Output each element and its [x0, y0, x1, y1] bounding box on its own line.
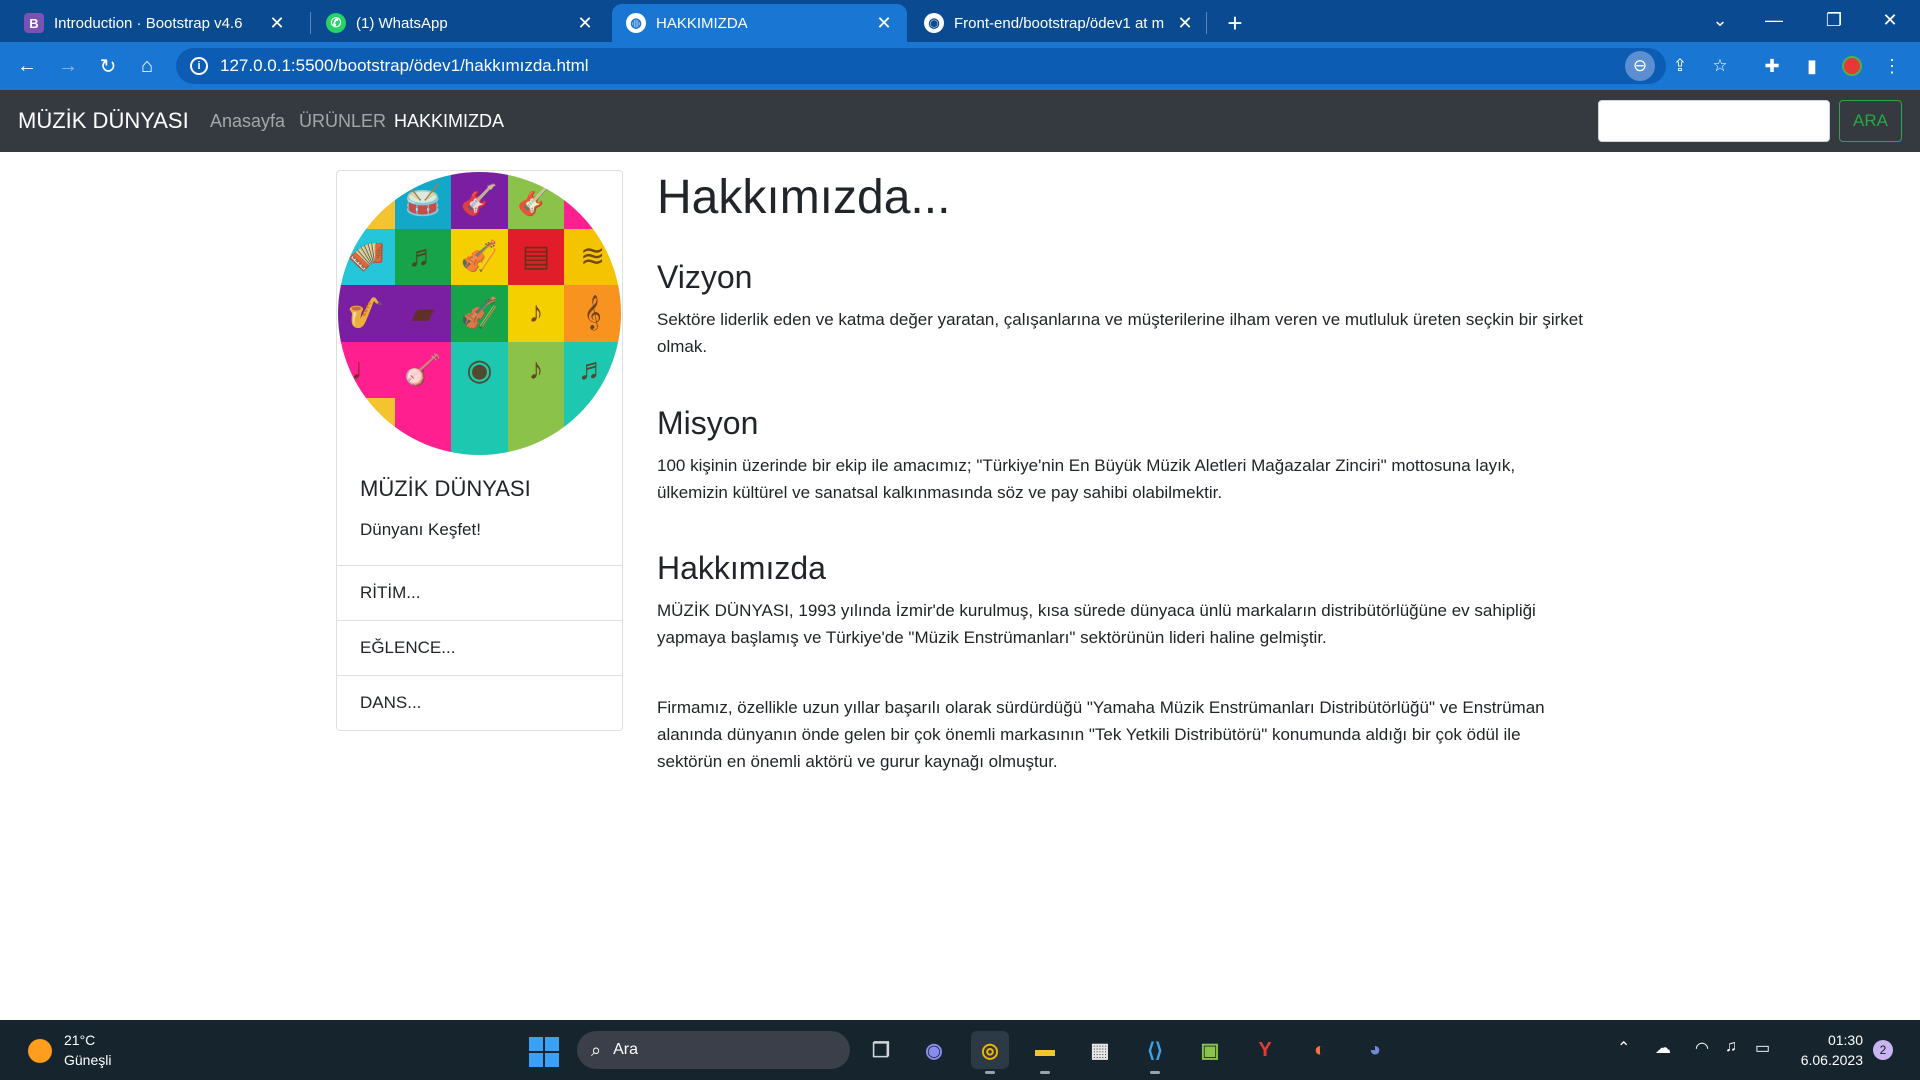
browser-toolbar: ← → ↻ ⌂ i 127.0.0.1:5500/bootstrap/ödev1… — [0, 42, 1920, 90]
weather-temperature[interactable]: 21°C — [64, 1032, 95, 1048]
browser-tab-strip: B Introduction · Bootstrap v4.6 ✕ ✆ (1) … — [0, 0, 1920, 42]
forward-arrow-icon[interactable]: → — [52, 50, 84, 82]
task-view-icon[interactable]: ❐ — [862, 1031, 900, 1069]
search-icon: ⌕ — [591, 1039, 602, 1060]
menu-kebab-icon[interactable]: ⋮ — [1876, 50, 1908, 82]
globe-icon: ◍ — [626, 13, 646, 33]
windows-start-icon[interactable] — [529, 1037, 559, 1067]
bookmark-star-icon[interactable]: ☆ — [1705, 51, 1735, 81]
new-tab-button[interactable]: + — [1220, 8, 1250, 38]
close-icon[interactable]: ✕ — [1174, 12, 1196, 34]
battery-icon[interactable]: ▭ — [1755, 1038, 1770, 1058]
image-viewer-icon[interactable]: ▣ — [1191, 1031, 1229, 1069]
chrome-icon[interactable]: ◎ — [971, 1031, 1009, 1074]
nav-link-hakkimizda[interactable]: HAKKIMIZDA — [394, 111, 504, 132]
instruments-image: ♪ 🥁 🎸 🎸 ♫ 🪗 ♬ 🎻 ▤ ≋ 🎷 ▰ 🎻 ♪ 𝄞 ♩ 🪕 ◉ ♪ ♬ — [338, 172, 621, 455]
taskbar: 21°C Güneşli ⌕ Ara ❐ ◉ ◎ ▬ ▦ ⟨⟩ ▣ Y ◐ ◕ … — [0, 1020, 1920, 1080]
close-icon[interactable]: ✕ — [574, 12, 596, 34]
page-title: Hakkımızda... — [657, 171, 951, 224]
search-input[interactable] — [1598, 100, 1830, 142]
avatar — [1842, 56, 1862, 76]
tab-divider — [1206, 12, 1207, 34]
sun-icon[interactable] — [28, 1039, 52, 1063]
url-text: 127.0.0.1:5500/bootstrap/ödev1/hakkımızd… — [220, 56, 589, 75]
taskbar-search-label: Ara — [613, 1041, 638, 1058]
extensions-icon[interactable]: ✚ — [1756, 50, 1788, 82]
nav-link-urunler[interactable]: ÜRÜNLER — [299, 111, 386, 132]
reload-icon[interactable]: ↻ — [92, 50, 124, 82]
address-bar[interactable]: i 127.0.0.1:5500/bootstrap/ödev1/hakkımı… — [176, 48, 1728, 84]
card-title: MÜZİK DÜNYASI — [360, 476, 531, 501]
profile-avatar[interactable] — [1836, 50, 1868, 82]
tab-whatsapp[interactable]: ✆ (1) WhatsApp ✕ — [312, 4, 608, 42]
taskbar-clock[interactable]: 01:30 6.06.2023 — [1801, 1032, 1863, 1068]
card-subtitle: Dünyanı Keşfet! — [360, 520, 481, 539]
yandex-browser-icon[interactable]: Y — [1246, 1031, 1284, 1069]
list-item-dans[interactable]: DANS... — [337, 675, 622, 730]
whatsapp-icon: ✆ — [326, 13, 346, 33]
section-text-hakkimizda-1: MÜZİK DÜNYASI, 1993 yılında İzmir'de kur… — [657, 601, 1536, 647]
search-button[interactable]: ARA — [1839, 100, 1902, 142]
weather-description[interactable]: Güneşli — [64, 1052, 111, 1068]
navbar-brand[interactable]: MÜZİK DÜNYASI — [18, 108, 189, 134]
tab-title: Front-end/bootstrap/ödev1 at m — [954, 14, 1165, 32]
file-explorer-icon[interactable]: ▬ — [1026, 1031, 1064, 1074]
profile-card: ♪ 🥁 🎸 🎸 ♫ 🪗 ♬ 🎻 ▤ ≋ 🎷 ▰ 🎻 ♪ 𝄞 ♩ 🪕 ◉ ♪ ♬ … — [336, 170, 623, 731]
section-title-vizyon: Vizyon — [657, 259, 753, 295]
tab-title: HAKKIMIZDA — [656, 14, 748, 32]
section-title-hakkimizda: Hakkımızda — [657, 550, 826, 586]
firefox-icon[interactable]: ◐ — [1301, 1031, 1339, 1069]
close-icon[interactable]: ✕ — [873, 12, 895, 34]
clock-time: 01:30 — [1827, 1032, 1863, 1048]
wifi-icon[interactable]: ◠ — [1695, 1038, 1709, 1058]
tab-search-chevron-icon[interactable]: ⌄ — [1692, 0, 1748, 40]
zoom-icon[interactable]: ⊖ — [1625, 51, 1655, 81]
chevron-up-icon[interactable]: ⌃ — [1617, 1038, 1630, 1058]
back-arrow-icon[interactable]: ← — [11, 50, 43, 82]
notification-badge[interactable]: 2 — [1873, 1040, 1893, 1060]
github-icon: ◉ — [924, 13, 944, 33]
vscode-icon[interactable]: ⟨⟩ — [1136, 1031, 1174, 1074]
onedrive-cloud-icon[interactable]: ☁ — [1655, 1038, 1671, 1058]
tab-github[interactable]: ◉ Front-end/bootstrap/ödev1 at m ✕ — [910, 4, 1208, 42]
tab-title: Introduction · Bootstrap v4.6 — [54, 14, 243, 32]
taskbar-search[interactable]: ⌕ Ara — [577, 1031, 850, 1069]
home-icon[interactable]: ⌂ — [131, 50, 163, 82]
side-panel-icon[interactable]: ▮ — [1796, 50, 1828, 82]
close-icon[interactable]: ✕ — [266, 12, 288, 34]
bootstrap-icon: B — [24, 13, 44, 33]
section-title-misyon: Misyon — [657, 405, 759, 441]
discord-icon[interactable]: ◕ — [1356, 1031, 1394, 1069]
list-item-ritim[interactable]: RİTİM... — [337, 565, 622, 620]
site-info-icon[interactable]: i — [190, 57, 208, 75]
tab-bootstrap[interactable]: B Introduction · Bootstrap v4.6 ✕ — [10, 4, 300, 42]
tab-divider — [310, 12, 311, 34]
share-icon[interactable]: ⇪ — [1665, 51, 1695, 81]
nav-link-anasayfa[interactable]: Anasayfa — [210, 111, 285, 132]
volume-icon[interactable]: ♫ — [1725, 1038, 1737, 1056]
list-item-eglence[interactable]: EĞLENCE... — [337, 620, 622, 675]
tab-hakkimizda[interactable]: ◍ HAKKIMIZDA ✕ — [612, 4, 907, 42]
microsoft-store-icon[interactable]: ▦ — [1081, 1031, 1119, 1069]
section-text-vizyon: Sektöre liderlik eden ve katma değer yar… — [657, 310, 1583, 356]
teams-chat-icon[interactable]: ◉ — [915, 1031, 953, 1069]
tab-title: (1) WhatsApp — [356, 14, 448, 32]
minimize-button[interactable]: — — [1746, 0, 1802, 40]
restore-button[interactable]: ❐ — [1806, 0, 1862, 40]
site-navbar: MÜZİK DÜNYASI Anasayfa ÜRÜNLER HAKKIMIZD… — [0, 90, 1920, 152]
clock-date: 6.06.2023 — [1800, 1052, 1863, 1068]
section-text-hakkimizda-2: Firmamız, özellikle uzun yıllar başarılı… — [657, 698, 1545, 771]
close-window-button[interactable]: ✕ — [1862, 0, 1918, 40]
section-text-misyon: 100 kişinin üzerinde bir ekip ile amacım… — [657, 456, 1516, 502]
